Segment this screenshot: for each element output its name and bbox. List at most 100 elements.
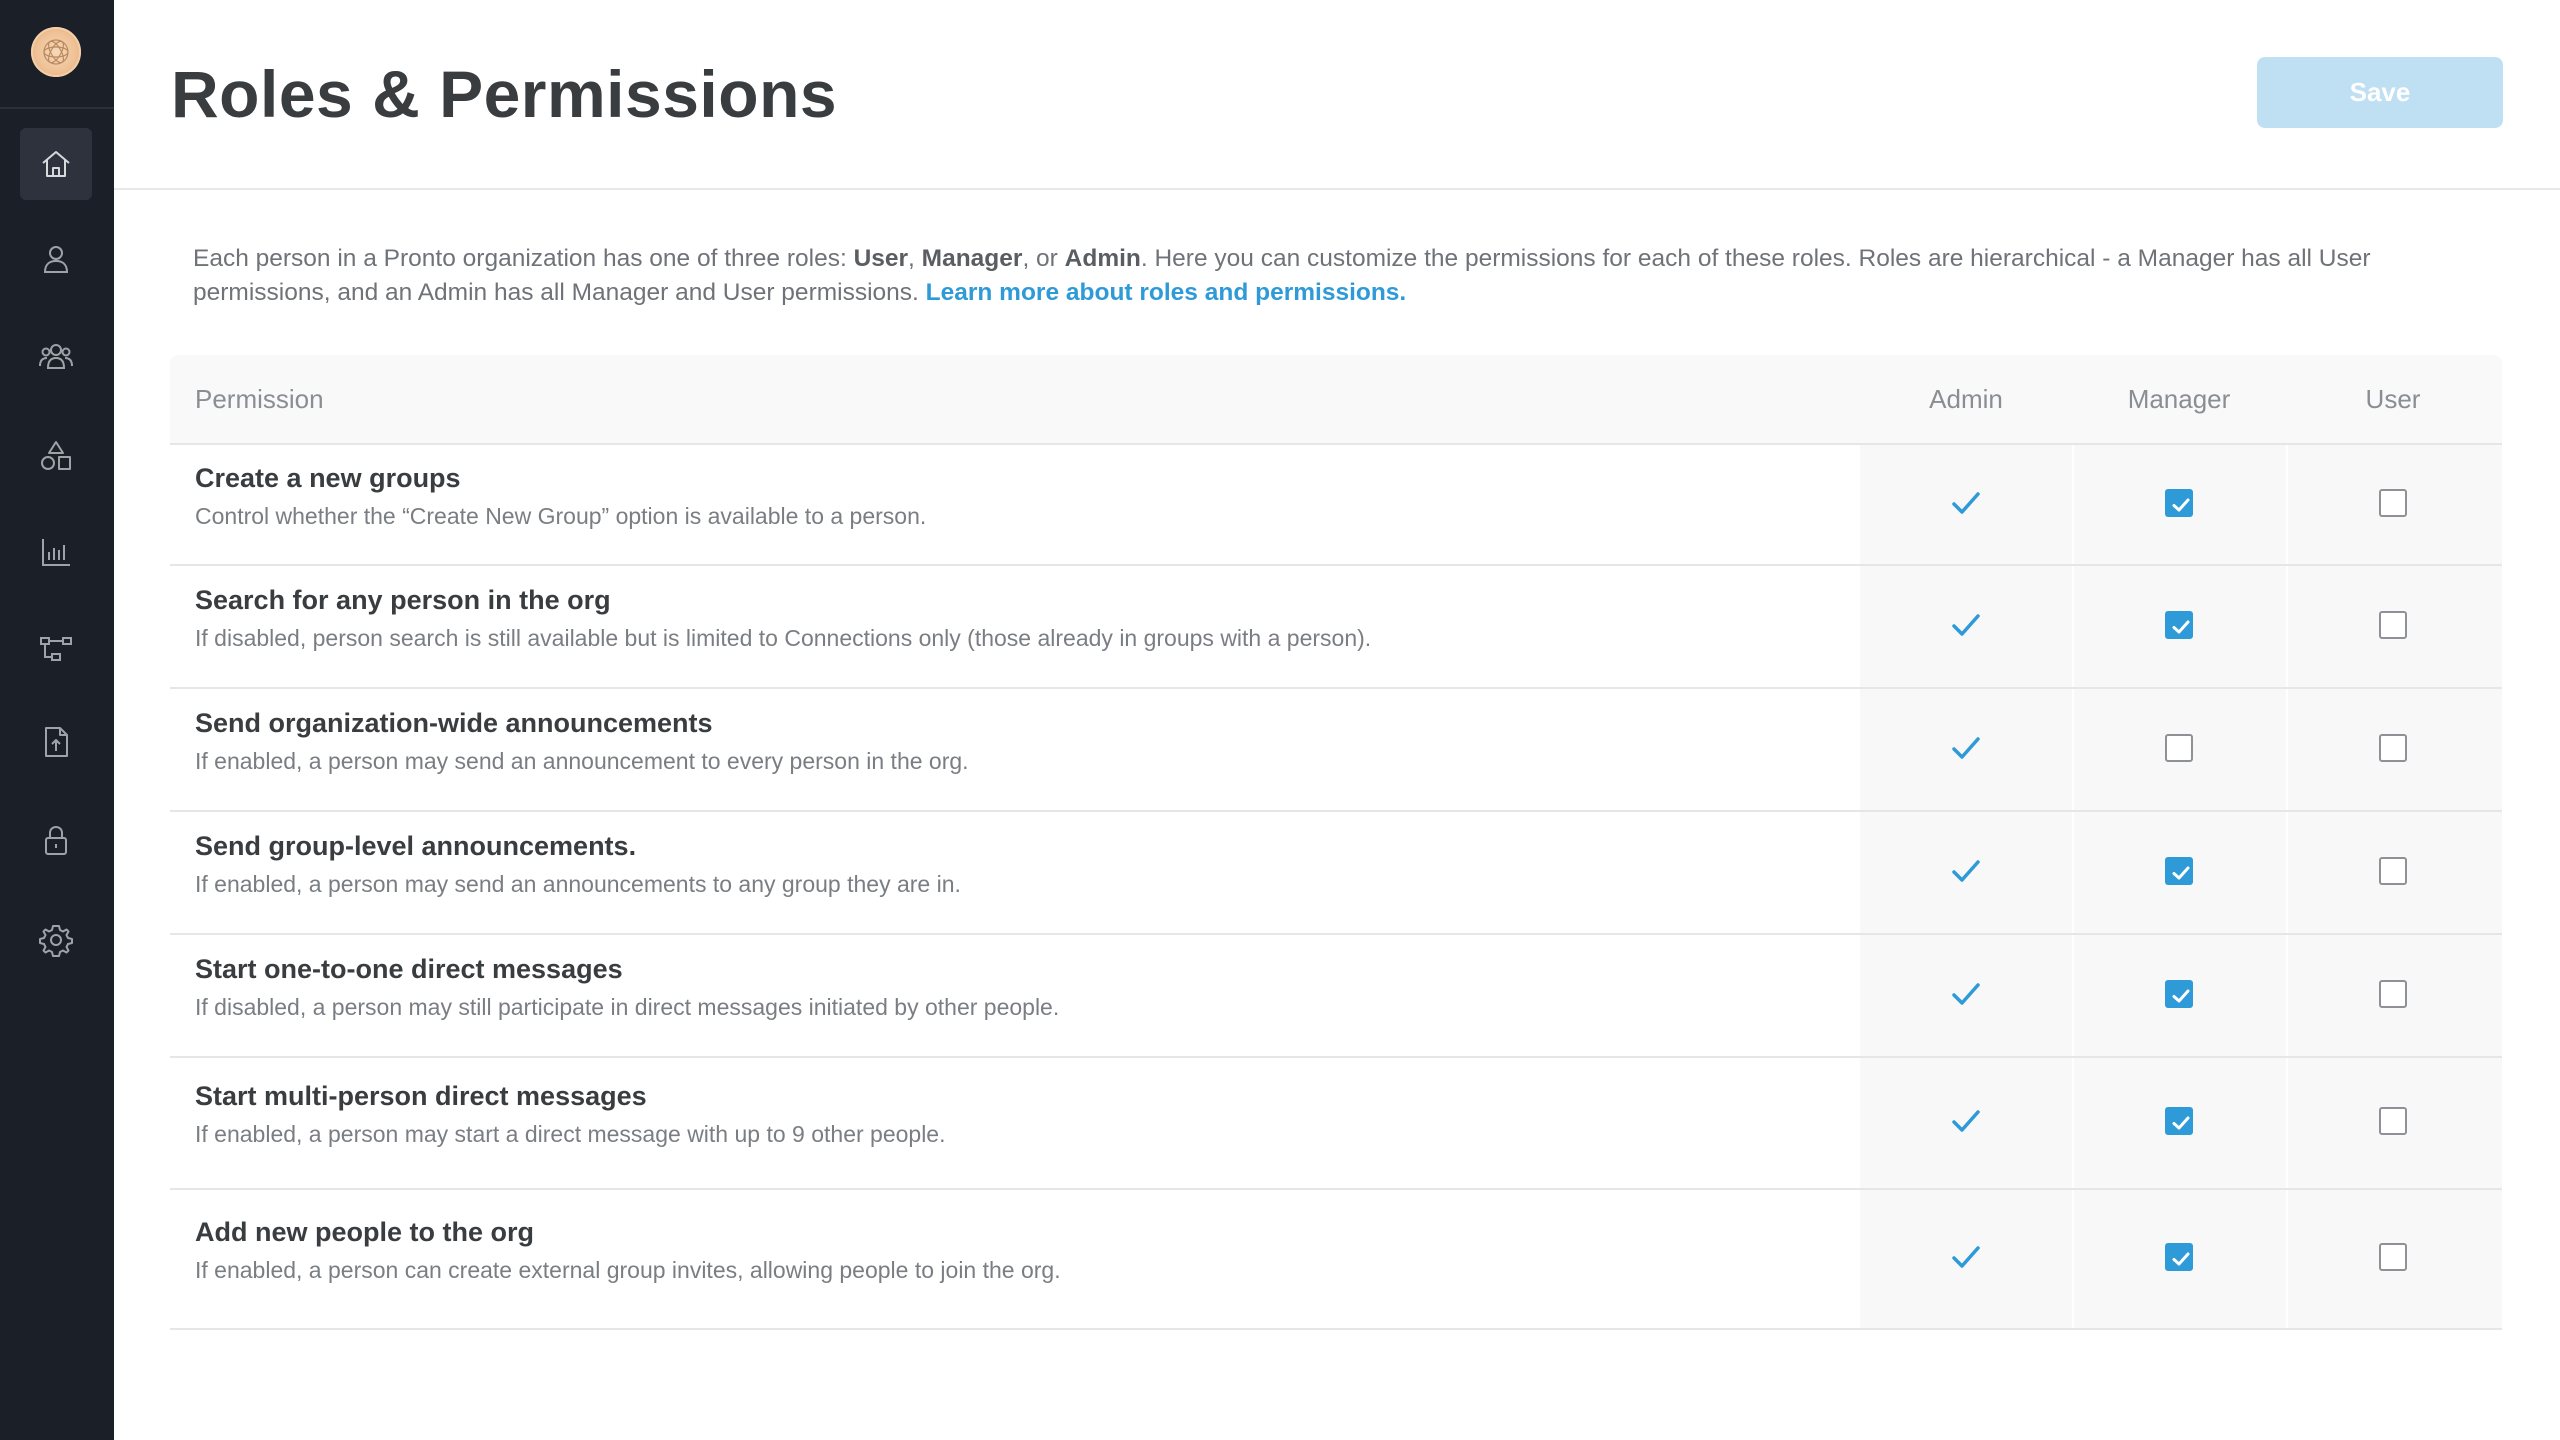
sidebar-item-integrations[interactable] (20, 612, 92, 684)
table-row: Search for any person in the org If disab… (170, 566, 2502, 689)
admin-check-icon (1952, 614, 1980, 636)
column-divider (2286, 812, 2288, 933)
table-body: Create a new groups Control whether the “… (170, 445, 2502, 1330)
table-row: Add new people to the org If enabled, a p… (170, 1190, 2502, 1330)
sidebar-item-analytics[interactable] (20, 516, 92, 588)
column-divider (2072, 812, 2074, 933)
manager-permission-checkbox[interactable] (2165, 980, 2193, 1008)
sidebar-item-import[interactable] (20, 706, 92, 778)
column-divider (2286, 1190, 2288, 1328)
column-divider (2072, 689, 2074, 810)
permission-title: Add new people to the org (195, 1217, 534, 1247)
manager-permission-checkbox[interactable] (2165, 1243, 2193, 1271)
intro-text-part: Each person in a Pronto organization has… (193, 245, 854, 272)
checkbox-check-icon (2172, 866, 2190, 880)
shapes-icon (41, 441, 71, 470)
sidebar-item-security[interactable] (20, 804, 92, 876)
user-permission-checkbox[interactable] (2379, 489, 2407, 517)
user-permission-checkbox[interactable] (2379, 611, 2407, 639)
manager-permission-checkbox[interactable] (2165, 489, 2193, 517)
column-header-admin: Admin (1929, 384, 2003, 414)
save-button[interactable]: Save (2257, 57, 2503, 128)
intro-separator: , (908, 245, 922, 272)
user-permission-checkbox[interactable] (2379, 857, 2407, 885)
user-permission-checkbox[interactable] (2379, 734, 2407, 762)
sidebar-item-groups[interactable] (20, 320, 92, 392)
manager-permission-checkbox[interactable] (2165, 611, 2193, 639)
intro-text: Each person in a Pronto organization has… (193, 242, 2493, 310)
column-divider (2072, 445, 2074, 564)
column-divider (2072, 1190, 2074, 1328)
admin-check-icon (1952, 492, 1980, 514)
admin-check-icon (1952, 983, 1980, 1005)
permission-description: If enabled, a person may send an announc… (195, 871, 961, 897)
role-name-admin: Admin (1064, 245, 1141, 272)
admin-check-icon (1952, 860, 1980, 882)
permission-description: If enabled, a person can create external… (195, 1257, 1061, 1283)
column-header-permission: Permission (195, 384, 324, 414)
admin-check-icon (1952, 1110, 1980, 1132)
admin-check-icon (1952, 737, 1980, 759)
permissions-table: Permission Admin Manager User Create a n… (170, 355, 2502, 1330)
home-icon (42, 151, 70, 177)
permission-description: If disabled, person search is still avai… (195, 625, 1372, 651)
checkbox-check-icon (2172, 620, 2190, 634)
permission-title: Send group-level announcements. (195, 831, 637, 861)
learn-more-link[interactable]: Learn more about roles and permissions. (926, 279, 1407, 306)
lock-icon (45, 825, 67, 855)
checkbox-check-icon (2172, 498, 2190, 512)
column-header-user: User (2365, 384, 2421, 414)
column-divider (2072, 1058, 2074, 1188)
org-logo[interactable] (31, 27, 81, 77)
gear-icon (39, 925, 73, 957)
permission-title: Start one-to-one direct messages (195, 954, 623, 984)
user-permission-checkbox[interactable] (2379, 980, 2407, 1008)
table-row: Send group-level announcements. If enable… (170, 812, 2502, 935)
page-header: Roles & Permissions Save (114, 0, 2560, 190)
permission-title: Create a new groups (195, 463, 461, 493)
checkbox-check-icon (2172, 1116, 2190, 1130)
sidebar (0, 0, 114, 1440)
sidebar-item-settings[interactable] (20, 904, 92, 976)
table-header: Permission Admin Manager User (170, 355, 2502, 445)
table-row: Start multi-person direct messages If ena… (170, 1058, 2502, 1190)
permission-title: Start multi-person direct messages (195, 1081, 647, 1111)
upload-document-icon (45, 727, 68, 757)
hierarchy-icon (40, 637, 72, 661)
sidebar-item-shapes[interactable] (20, 420, 92, 492)
column-header-manager: Manager (2127, 384, 2231, 414)
role-name-manager: Manager (921, 245, 1023, 272)
column-divider (2286, 445, 2288, 564)
manager-permission-checkbox[interactable] (2165, 1107, 2193, 1135)
sidebar-item-home[interactable] (20, 128, 92, 200)
permission-description: If enabled, a person may send an announc… (195, 748, 969, 774)
checkbox-check-icon (2172, 989, 2190, 1003)
role-name-user: User (853, 245, 909, 272)
column-divider (2286, 689, 2288, 810)
table-row: Send organization-wide announcements If e… (170, 689, 2502, 812)
people-group-icon (39, 344, 73, 369)
column-divider (2072, 935, 2074, 1056)
manager-permission-checkbox[interactable] (2165, 857, 2193, 885)
permission-title: Search for any person in the org (195, 585, 611, 615)
sidebar-item-people[interactable] (20, 223, 92, 295)
admin-check-icon (1952, 1246, 1980, 1268)
column-divider (2072, 566, 2074, 687)
table-row: Create a new groups Control whether the “… (170, 445, 2502, 566)
column-divider (2286, 1058, 2288, 1188)
permission-description: Control whether the “Create New Group” o… (195, 503, 927, 529)
manager-permission-checkbox[interactable] (2165, 734, 2193, 762)
column-divider (2286, 566, 2288, 687)
column-divider (2286, 935, 2288, 1056)
checkbox-check-icon (2172, 1252, 2190, 1266)
sidebar-divider (0, 107, 114, 109)
intro-separator: , or (1022, 245, 1065, 272)
permission-description: If enabled, a person may start a direct … (195, 1121, 946, 1147)
page-title: Roles & Permissions (171, 57, 838, 131)
permission-description: If disabled, a person may still particip… (195, 994, 1060, 1020)
permission-title: Send organization-wide announcements (195, 708, 713, 738)
user-permission-checkbox[interactable] (2379, 1107, 2407, 1135)
table-row: Start one-to-one direct messages If disab… (170, 935, 2502, 1058)
bar-chart-icon (42, 539, 70, 566)
user-permission-checkbox[interactable] (2379, 1243, 2407, 1271)
